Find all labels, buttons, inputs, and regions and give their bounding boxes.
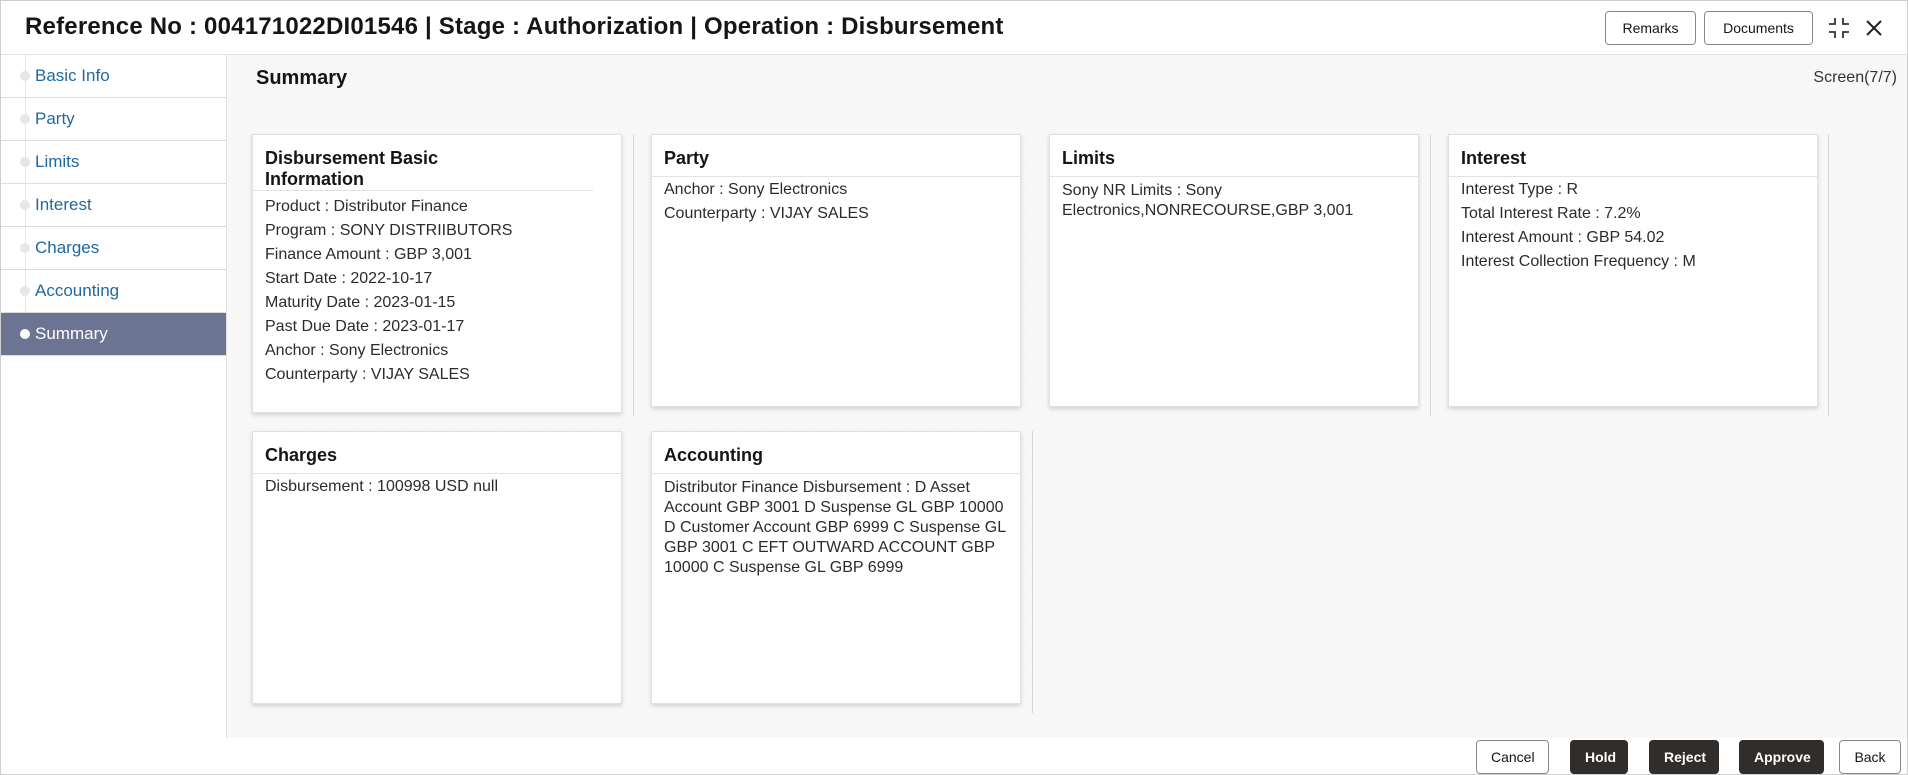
card-title-text: Disbursement Basic Information (265, 148, 439, 189)
card-divider (1828, 134, 1829, 416)
card-basic-info[interactable]: Disbursement Basic Information Product :… (252, 134, 622, 413)
sidebar-item-label: Party (35, 109, 75, 128)
sidebar: Basic Info Party Limits Interest Charges… (1, 55, 227, 738)
card-title: Limits (1050, 135, 1418, 177)
detail-line: Interest Amount : GBP 54.02 (1461, 229, 1665, 246)
card-title: Accounting (652, 432, 1020, 474)
sidebar-item-label: Summary (35, 324, 108, 343)
card-interest[interactable]: Interest Interest Type : R Total Interes… (1448, 134, 1818, 407)
card-limits[interactable]: Limits Sony NR Limits : Sony Electronics… (1049, 134, 1419, 407)
reject-button[interactable]: Reject (1649, 740, 1719, 774)
detail-line: Product : Distributor Finance (265, 198, 468, 215)
detail-line: Start Date : 2022-10-17 (265, 270, 433, 287)
sidebar-item-label: Interest (35, 195, 92, 214)
sidebar-item-label: Limits (35, 152, 80, 171)
card-accounting[interactable]: Accounting Distributor Finance Disbursem… (651, 431, 1021, 704)
sidebar-item-interest[interactable]: Interest (1, 184, 226, 227)
close-icon[interactable] (1859, 13, 1889, 43)
card-body: Anchor : Sony Electronics Counterparty :… (652, 177, 1020, 232)
step-dot-icon (20, 329, 30, 339)
screen-counter: Screen(7/7) (1813, 69, 1897, 86)
card-body: Sony NR Limits : Sony Electronics,NONREC… (1050, 177, 1418, 227)
detail-line: Sony NR Limits : Sony Electronics,NONREC… (1062, 182, 1354, 219)
step-dot-icon (20, 286, 30, 296)
step-dot-icon (20, 200, 30, 210)
detail-line: Distributor Finance Disbursement : D Ass… (664, 479, 1006, 576)
detail-line: Disbursement : 100998 USD null (265, 478, 499, 495)
card-body: Distributor Finance Disbursement : D Ass… (652, 474, 1020, 584)
detail-line: Anchor : Sony Electronics (265, 342, 449, 359)
card-divider (1032, 431, 1033, 713)
sidebar-item-label: Accounting (35, 281, 120, 300)
section-title: Summary (256, 67, 348, 89)
card-title: Interest (1449, 135, 1817, 177)
step-dot-icon (20, 243, 30, 253)
detail-line: Maturity Date : 2023-01-15 (265, 294, 456, 311)
card-body: Disbursement : 100998 USD null (253, 474, 621, 505)
detail-line: Anchor : Sony Electronics (664, 181, 848, 198)
documents-button[interactable]: Documents (1704, 11, 1813, 45)
sidebar-item-limits[interactable]: Limits (1, 141, 226, 184)
detail-line: Finance Amount : GBP 3,001 (265, 246, 472, 263)
sidebar-item-basic-info[interactable]: Basic Info (1, 55, 226, 98)
detail-line: Interest Type : R (1461, 181, 1579, 198)
detail-line: Past Due Date : 2023-01-17 (265, 318, 465, 335)
card-party[interactable]: Party Anchor : Sony Electronics Counterp… (651, 134, 1021, 407)
minimize-icon[interactable] (1824, 13, 1854, 43)
step-dot-icon (20, 114, 30, 124)
detail-line: Program : SONY DISTRIIBUTORS (265, 222, 513, 239)
sidebar-item-label: Basic Info (35, 66, 110, 85)
detail-line: Counterparty : VIJAY SALES (265, 366, 470, 383)
card-divider (633, 134, 634, 416)
sidebar-item-charges[interactable]: Charges (1, 227, 226, 270)
detail-line: Interest Collection Frequency : M (1461, 253, 1696, 270)
approve-button[interactable]: Approve (1739, 740, 1824, 774)
card-title: Disbursement Basic Information (253, 135, 593, 191)
card-divider (1430, 134, 1431, 416)
detail-line: Total Interest Rate : 7.2% (1461, 205, 1641, 222)
cancel-button[interactable]: Cancel (1476, 740, 1549, 774)
remarks-button[interactable]: Remarks (1605, 11, 1696, 45)
sidebar-item-accounting[interactable]: Accounting (1, 270, 226, 313)
card-title: Charges (253, 432, 621, 474)
sidebar-item-summary[interactable]: Summary (1, 313, 226, 356)
card-charges[interactable]: Charges Disbursement : 100998 USD null (252, 431, 622, 704)
detail-line: Counterparty : VIJAY SALES (664, 205, 869, 222)
header: Reference No : 004171022DI01546 | Stage … (1, 1, 1907, 55)
step-dot-icon (20, 71, 30, 81)
card-body: Interest Type : R Total Interest Rate : … (1449, 177, 1817, 280)
hold-button[interactable]: Hold (1570, 740, 1628, 774)
sidebar-item-party[interactable]: Party (1, 98, 226, 141)
card-body: Product : Distributor Finance Program : … (253, 191, 621, 393)
card-title: Party (652, 135, 1020, 177)
modal-window: Reference No : 004171022DI01546 | Stage … (0, 0, 1908, 775)
main-content: Summary Screen(7/7) Disbursement Basic I… (227, 55, 1907, 738)
step-dot-icon (20, 157, 30, 167)
sidebar-item-label: Charges (35, 238, 100, 257)
page-title: Reference No : 004171022DI01546 | Stage … (25, 13, 1004, 40)
back-button[interactable]: Back (1839, 740, 1901, 774)
